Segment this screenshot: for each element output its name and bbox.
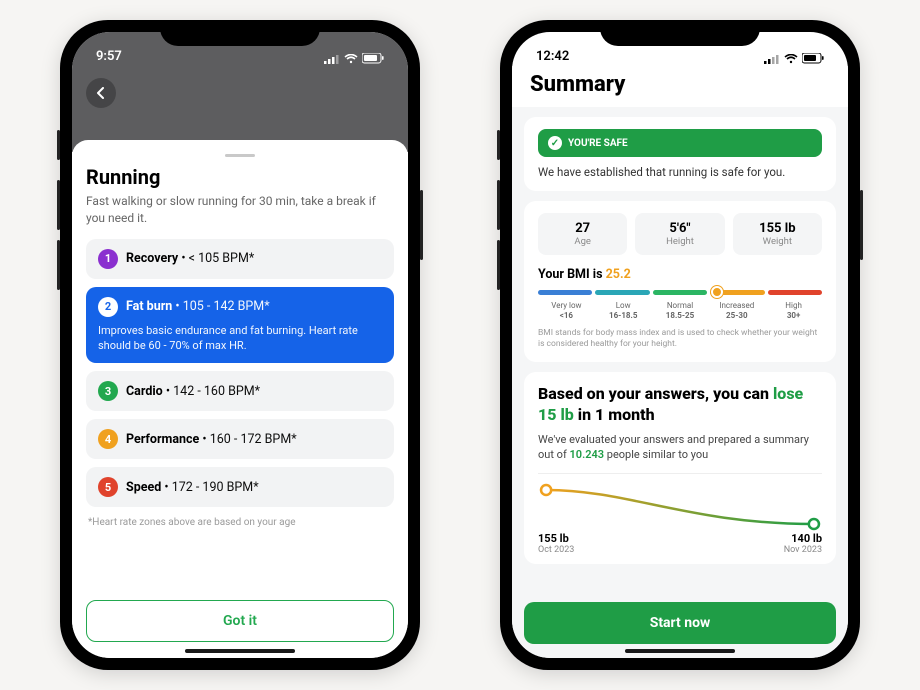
phone-running: 9:57 Running Fast walking or slow runnin… [60, 20, 420, 670]
stat-value: 5'6" [639, 221, 720, 236]
status-time: 12:42 [536, 49, 569, 64]
stat-age: 27Age [538, 213, 627, 255]
people-count: 10.243 [570, 448, 605, 461]
wifi-icon [344, 54, 358, 64]
page-title: Summary [530, 72, 830, 97]
zone-range: 142 - 160 BPM* [173, 384, 260, 399]
signal-icon [764, 54, 780, 64]
answers-headline: Based on your answers, you can lose 15 l… [538, 384, 822, 426]
wifi-icon [784, 54, 798, 64]
signal-icon [324, 54, 340, 64]
sheet-subtitle: Fast walking or slow running for 30 min,… [86, 193, 394, 227]
drag-handle[interactable] [225, 154, 255, 157]
got-it-button[interactable]: Got it [86, 600, 394, 642]
zone-name: Performance [126, 432, 199, 447]
zone-range: 160 - 172 BPM* [210, 432, 297, 447]
zone-name: Fat burn [126, 299, 172, 314]
safe-description: We have established that running is safe… [538, 165, 822, 179]
zone-performance[interactable]: 4 Performance • 160 - 172 BPM* [86, 419, 394, 459]
bmi-scale-labels: Very low<16Low16-18.5Normal18.5-25Increa… [538, 301, 822, 320]
chart-end-label: 140 lb Nov 2023 [784, 532, 822, 555]
phone-summary: 12:42 Summary ✓ YOU'RE SAFE We have esta… [500, 20, 860, 670]
zone-recovery[interactable]: 1 Recovery • < 105 BPM* [86, 239, 394, 279]
zone-speed[interactable]: 5 Speed • 172 - 190 BPM* [86, 467, 394, 507]
zone-range: 172 - 190 BPM* [172, 480, 259, 495]
bmi-segment-very-low [538, 290, 592, 295]
bmi-marker [711, 286, 723, 298]
zone-fat-burn[interactable]: 2 Fat burn • 105 - 142 BPM* Improves bas… [86, 287, 394, 364]
status-bar: 9:57 [72, 32, 408, 66]
weight-chart: 155 lb Oct 2023 140 lb Nov 2023 [538, 482, 822, 552]
chevron-left-icon [95, 87, 107, 99]
safe-card: ✓ YOU'RE SAFE We have established that r… [524, 117, 836, 191]
zone-number-badge: 1 [98, 249, 118, 269]
bmi-prefix: Your BMI is [538, 267, 606, 282]
back-button[interactable] [86, 78, 116, 108]
bmi-card: 27Age5'6"Height155 lbWeight Your BMI is … [524, 201, 836, 362]
answers-card: Based on your answers, you can lose 15 l… [524, 372, 836, 563]
zone-range: 105 - 142 BPM* [183, 299, 270, 314]
zone-number-badge: 5 [98, 477, 118, 497]
safe-banner: ✓ YOU'RE SAFE [538, 129, 822, 157]
battery-icon [362, 53, 384, 64]
zone-number-badge: 4 [98, 429, 118, 449]
status-time: 9:57 [96, 49, 122, 64]
sheet-title: Running [86, 165, 394, 189]
zone-range: < 105 BPM* [189, 251, 255, 266]
zone-name: Speed [126, 480, 161, 495]
zone-name: Cardio [126, 384, 163, 399]
battery-icon [802, 53, 824, 64]
zone-cardio[interactable]: 3 Cardio • 142 - 160 BPM* [86, 371, 394, 411]
bmi-value: 25.2 [606, 267, 631, 282]
page-header: Summary [512, 66, 848, 107]
bottom-sheet: Running Fast walking or slow running for… [72, 140, 408, 658]
stat-label: Height [639, 236, 720, 247]
stat-label: Age [542, 236, 623, 247]
answers-sub: We've evaluated your answers and prepare… [538, 432, 822, 463]
status-bar: 12:42 [512, 32, 848, 66]
bmi-scale [538, 290, 822, 295]
chart-start-label: 155 lb Oct 2023 [538, 532, 574, 555]
zones-footnote: *Heart rate zones above are based on you… [88, 517, 392, 528]
stat-value: 27 [542, 221, 623, 236]
bmi-line: Your BMI is 25.2 [538, 267, 822, 282]
stat-label: Weight [737, 236, 818, 247]
zone-number-badge: 2 [98, 297, 118, 317]
zone-number-badge: 3 [98, 381, 118, 401]
zone-description: Improves basic endurance and fat burning… [98, 323, 382, 354]
safe-badge-text: YOU'RE SAFE [568, 138, 628, 149]
stat-weight: 155 lbWeight [733, 213, 822, 255]
stat-value: 155 lb [737, 221, 818, 236]
stat-height: 5'6"Height [635, 213, 724, 255]
start-now-button[interactable]: Start now [524, 602, 836, 644]
zone-name: Recovery [126, 251, 178, 266]
bmi-segment-high [768, 290, 822, 295]
bmi-footnote: BMI stands for body mass index and is us… [538, 328, 822, 350]
home-indicator[interactable] [185, 649, 295, 653]
home-indicator[interactable] [625, 649, 735, 653]
check-icon: ✓ [548, 136, 562, 150]
bmi-segment-low [595, 290, 649, 295]
bmi-segment-normal [653, 290, 707, 295]
